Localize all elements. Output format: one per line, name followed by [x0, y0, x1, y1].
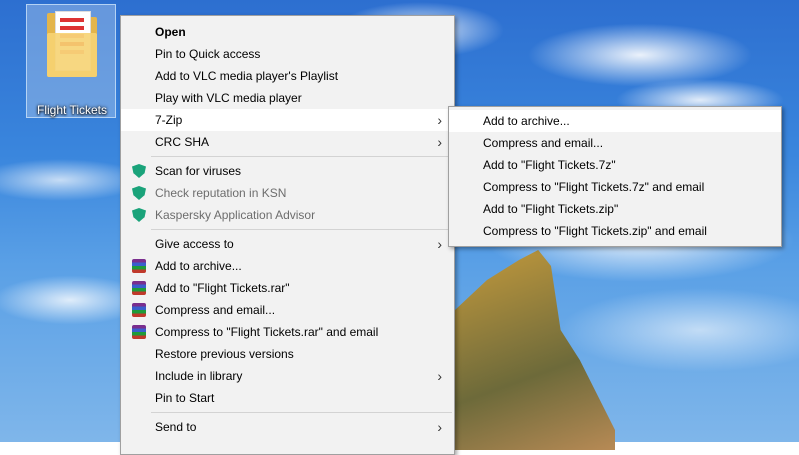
menu-item-pin-start[interactable]: Pin to Start [121, 387, 454, 409]
menu-item-check-reputation[interactable]: Check reputation in KSN [121, 182, 454, 204]
menu-item-rar-add-archive[interactable]: Add to archive... [121, 255, 454, 277]
menu-item-label: Add to VLC media player's Playlist [155, 69, 339, 83]
menu-item-pin-quick-access[interactable]: Pin to Quick access [121, 43, 454, 65]
winrar-icon [132, 303, 146, 317]
menu-item-label: Compress to "Flight Tickets.zip" and ema… [483, 224, 707, 238]
submenu-item-add-archive[interactable]: Add to archive... [449, 110, 781, 132]
chevron-right-icon: › [437, 368, 442, 384]
menu-item-kaspersky-advisor[interactable]: Kaspersky Application Advisor [121, 204, 454, 226]
menu-item-label: Add to "Flight Tickets.rar" [155, 281, 290, 295]
menu-item-label: Send to [155, 420, 197, 434]
menu-item-label: Compress and email... [483, 136, 604, 150]
menu-item-label: CRC SHA [155, 135, 210, 149]
menu-item-restore-versions[interactable]: Restore previous versions [121, 343, 454, 365]
menu-item-vlc-play[interactable]: Play with VLC media player [121, 87, 454, 109]
menu-separator [151, 156, 452, 157]
submenu-item-compress-zip-email[interactable]: Compress to "Flight Tickets.zip" and ema… [449, 220, 781, 242]
menu-item-label: Compress to "Flight Tickets.7z" and emai… [483, 180, 705, 194]
menu-item-label: Pin to Start [155, 391, 215, 405]
winrar-icon [132, 281, 146, 295]
menu-separator [151, 412, 452, 413]
menu-item-rar-compress-named-email[interactable]: Compress to "Flight Tickets.rar" and ema… [121, 321, 454, 343]
shield-icon [132, 186, 146, 200]
folder-icon [47, 11, 97, 77]
submenu-item-compress-7z-email[interactable]: Compress to "Flight Tickets.7z" and emai… [449, 176, 781, 198]
menu-item-label: Give access to [155, 237, 234, 251]
shield-icon [132, 208, 146, 222]
desktop-icon-flight-tickets[interactable]: Flight Tickets [26, 4, 116, 118]
menu-item-label: Scan for viruses [155, 164, 242, 178]
menu-item-vlc-playlist[interactable]: Add to VLC media player's Playlist [121, 65, 454, 87]
menu-item-label: Include in library [155, 369, 243, 383]
wallpaper-rock [455, 250, 615, 450]
menu-separator [151, 229, 452, 230]
shield-icon [132, 164, 146, 178]
winrar-icon [132, 325, 146, 339]
menu-item-label: Add to "Flight Tickets.zip" [483, 202, 619, 216]
submenu-item-add-7z[interactable]: Add to "Flight Tickets.7z" [449, 154, 781, 176]
menu-item-label: Add to archive... [483, 114, 570, 128]
menu-item-include-library[interactable]: Include in library › [121, 365, 454, 387]
submenu-item-compress-email[interactable]: Compress and email... [449, 132, 781, 154]
menu-item-label: Compress and email... [155, 303, 276, 317]
menu-item-label: Check reputation in KSN [155, 186, 287, 200]
winrar-icon [132, 259, 146, 273]
menu-item-label: Add to "Flight Tickets.7z" [483, 158, 616, 172]
menu-item-7zip[interactable]: 7-Zip › [121, 109, 454, 131]
chevron-right-icon: › [437, 236, 442, 252]
menu-item-scan-viruses[interactable]: Scan for viruses [121, 160, 454, 182]
chevron-right-icon: › [437, 112, 442, 128]
submenu-7zip: Add to archive... Compress and email... … [448, 106, 782, 247]
menu-item-crc-sha[interactable]: CRC SHA › [121, 131, 454, 153]
menu-item-give-access[interactable]: Give access to › [121, 233, 454, 255]
chevron-right-icon: › [437, 419, 442, 435]
menu-item-label: Add to archive... [155, 259, 242, 273]
desktop-icon-label: Flight Tickets [36, 103, 108, 117]
menu-item-label: Compress to "Flight Tickets.rar" and ema… [155, 325, 379, 339]
menu-item-rar-add-named[interactable]: Add to "Flight Tickets.rar" [121, 277, 454, 299]
context-menu: Open Pin to Quick access Add to VLC medi… [120, 15, 455, 455]
menu-item-open[interactable]: Open [121, 21, 454, 43]
menu-item-send-to[interactable]: Send to › [121, 416, 454, 438]
menu-item-label: Pin to Quick access [155, 47, 261, 61]
menu-item-label: 7-Zip [155, 113, 183, 127]
menu-item-label: Kaspersky Application Advisor [155, 208, 316, 222]
menu-item-rar-compress-email[interactable]: Compress and email... [121, 299, 454, 321]
chevron-right-icon: › [437, 134, 442, 150]
menu-item-label: Play with VLC media player [155, 91, 302, 105]
menu-item-label: Open [155, 25, 186, 39]
submenu-item-add-zip[interactable]: Add to "Flight Tickets.zip" [449, 198, 781, 220]
menu-item-label: Restore previous versions [155, 347, 294, 361]
